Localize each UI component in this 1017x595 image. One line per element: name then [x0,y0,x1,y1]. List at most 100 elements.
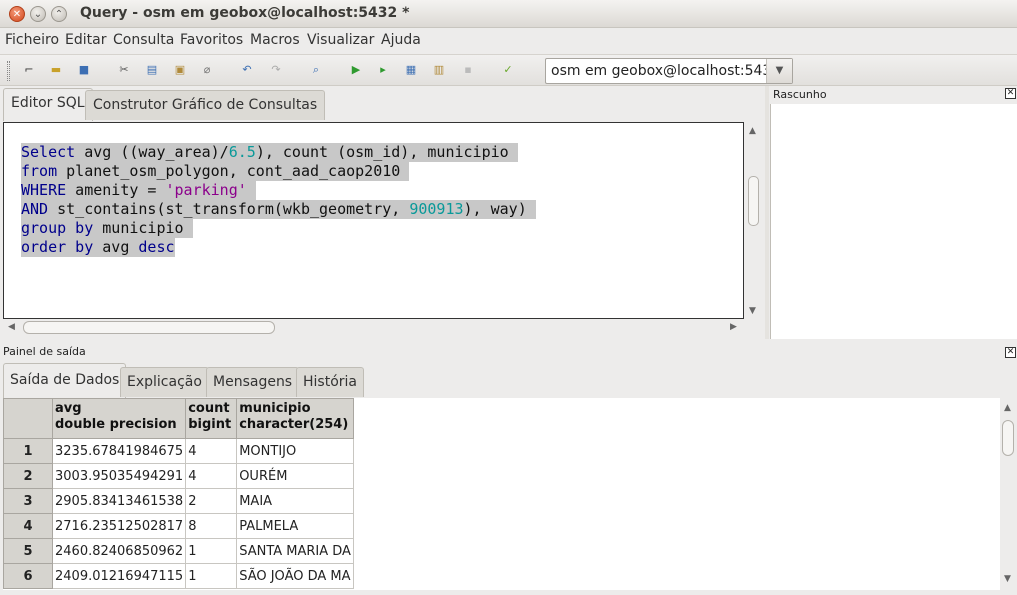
scratch-pad-textarea[interactable] [770,104,1017,339]
cell-count[interactable]: 1 [185,563,238,589]
sql-line: WHERE amenity = 'parking' [21,181,256,200]
editor-vscroll-thumb[interactable] [748,176,759,226]
sql-line: Select avg ((way_area)/6.5), count (osm_… [21,143,518,162]
cell-avg[interactable]: 2716.23512502817 [51,513,187,539]
menu-editar[interactable]: Editar [65,32,106,48]
undo-icon[interactable]: ↶ [240,64,254,76]
new-file-icon[interactable]: ⌐ [22,64,36,76]
maximize-window-icon[interactable]: ⌃ [51,6,67,22]
table-row[interactable]: 3 2905.83413461538 2 MAIA [3,488,354,514]
cell-municipio[interactable]: MONTIJO [236,438,354,464]
scratch-pad-title: Rascunho [773,88,827,101]
cut-icon[interactable]: ✂ [117,64,131,76]
sql-editor[interactable]: Select avg ((way_area)/6.5), count (osm_… [3,122,744,319]
scroll-up-icon[interactable]: ▲ [1004,403,1011,413]
redo-icon[interactable]: ↷ [269,64,283,76]
paste-icon[interactable]: ▣ [173,64,187,76]
cell-count[interactable]: 4 [185,463,238,489]
open-file-icon[interactable]: ▬ [49,64,63,76]
connection-select[interactable]: osm em geobox@localhost:5432 ▼ [545,58,793,84]
vertical-splitter[interactable] [765,86,769,339]
grid-vertical-scrollbar[interactable]: ▲ ▼ [1000,398,1017,590]
editor-horizontal-scrollbar[interactable]: ◀ ▶ [3,319,744,336]
minimize-window-icon[interactable]: ⌄ [30,6,46,22]
cell-avg[interactable]: 3235.67841984675 [51,438,187,464]
close-icon[interactable]: ✕ [1005,88,1016,99]
explain-analyze-icon[interactable]: ▥ [432,64,446,76]
window-title: Query - osm em geobox@localhost:5432 * [80,5,410,21]
column-header-municipio[interactable]: municipio character(254) [236,398,354,439]
execute-icon[interactable]: ▶ [349,64,363,76]
clear-icon[interactable]: ⌀ [200,64,214,76]
results-table: avg double precision count bigint municipi… [3,398,354,589]
row-number[interactable]: 4 [3,513,53,539]
cell-avg[interactable]: 2905.83413461538 [51,488,187,514]
table-row[interactable]: 2 3003.95035494291 4 OURÉM [3,463,354,489]
corner-cell[interactable] [3,398,53,439]
menu-visualizar[interactable]: Visualizar [307,32,374,48]
scratch-pad-header: Rascunho ✕ [769,86,1017,103]
cell-count[interactable]: 1 [185,538,238,564]
sql-line: order by avg desc [21,238,175,257]
scroll-down-icon[interactable]: ▼ [1004,574,1011,584]
column-header-avg[interactable]: avg double precision [51,398,187,439]
cell-municipio[interactable]: PALMELA [236,513,354,539]
row-number[interactable]: 6 [3,563,53,589]
close-window-icon[interactable]: ✕ [9,6,25,22]
connection-select-value: osm em geobox@localhost:5432 [551,63,781,79]
table-row[interactable]: 5 2460.82406850962 1 SANTA MARIA DA [3,538,354,564]
tab-explain[interactable]: Explicação [120,367,209,397]
save-file-icon[interactable]: ■ [77,64,91,76]
chevron-down-icon[interactable]: ▼ [766,59,792,83]
scroll-down-icon[interactable]: ▼ [749,306,756,316]
tab-query-builder[interactable]: Construtor Gráfico de Consultas [85,90,326,120]
menu-macros[interactable]: Macros [250,32,300,48]
find-icon[interactable]: ⌕ [309,64,323,76]
editor-hscroll-thumb[interactable] [23,321,275,334]
row-number[interactable]: 3 [3,488,53,514]
copy-icon[interactable]: ▤ [145,64,159,76]
table-row[interactable]: 4 2716.23512502817 8 PALMELA [3,513,354,539]
close-icon[interactable]: ✕ [1005,347,1016,358]
cell-municipio[interactable]: MAIA [236,488,354,514]
column-header-count[interactable]: count bigint [185,398,238,439]
editor-vertical-scrollbar[interactable]: ▲ ▼ [745,122,763,319]
cell-avg[interactable]: 2460.82406850962 [51,538,187,564]
cell-count[interactable]: 2 [185,488,238,514]
menu-ficheiro[interactable]: Ficheiro [5,32,59,48]
table-header-row: avg double precision count bigint municipi… [3,398,354,439]
tab-data-output[interactable]: Saída de Dados [3,363,127,398]
cell-avg[interactable]: 3003.95035494291 [51,463,187,489]
scroll-up-icon[interactable]: ▲ [749,126,756,136]
tab-editor-sql[interactable]: Editor SQL [3,88,93,121]
sql-line: AND st_contains(st_transform(wkb_geometr… [21,200,536,219]
menu-consulta[interactable]: Consulta [113,32,174,48]
table-row[interactable]: 6 2409.01216947115 1 SÃO JOÃO DA MA [3,563,354,589]
tab-messages[interactable]: Mensagens [206,367,300,397]
menu-bar: Ficheiro Editar Consulta Favoritos Macro… [0,28,1017,52]
toolbar-grip[interactable] [7,61,10,81]
toolbar: ⌐ ▬ ■ ✂ ▤ ▣ ⌀ ↶ ↷ ⌕ ▶ ▸ ▦ ▥ ▪ ✓ osm em g… [0,54,1017,86]
vacuum-icon[interactable]: ✓ [501,64,515,76]
scroll-right-icon[interactable]: ▶ [730,322,737,332]
tab-history[interactable]: História [296,367,364,397]
cell-avg[interactable]: 2409.01216947115 [51,563,187,589]
cell-municipio[interactable]: SÃO JOÃO DA MA [236,563,354,589]
editor-tabs: Editor SQL Construtor Gráfico de Consult… [0,88,765,121]
row-number[interactable]: 2 [3,463,53,489]
cell-municipio[interactable]: OURÉM [236,463,354,489]
cell-municipio[interactable]: SANTA MARIA DA [236,538,354,564]
data-grid[interactable]: avg double precision count bigint municipi… [3,398,1000,590]
cancel-icon[interactable]: ▪ [461,64,475,76]
cell-count[interactable]: 4 [185,438,238,464]
table-row[interactable]: 1 3235.67841984675 4 MONTIJO [3,438,354,464]
grid-vscroll-thumb[interactable] [1002,420,1014,456]
execute-to-file-icon[interactable]: ▸ [376,64,390,76]
menu-favoritos[interactable]: Favoritos [180,32,243,48]
row-number[interactable]: 5 [3,538,53,564]
menu-ajuda[interactable]: Ajuda [381,32,421,48]
cell-count[interactable]: 8 [185,513,238,539]
row-number[interactable]: 1 [3,438,53,464]
scroll-left-icon[interactable]: ◀ [8,322,15,332]
explain-icon[interactable]: ▦ [404,64,418,76]
